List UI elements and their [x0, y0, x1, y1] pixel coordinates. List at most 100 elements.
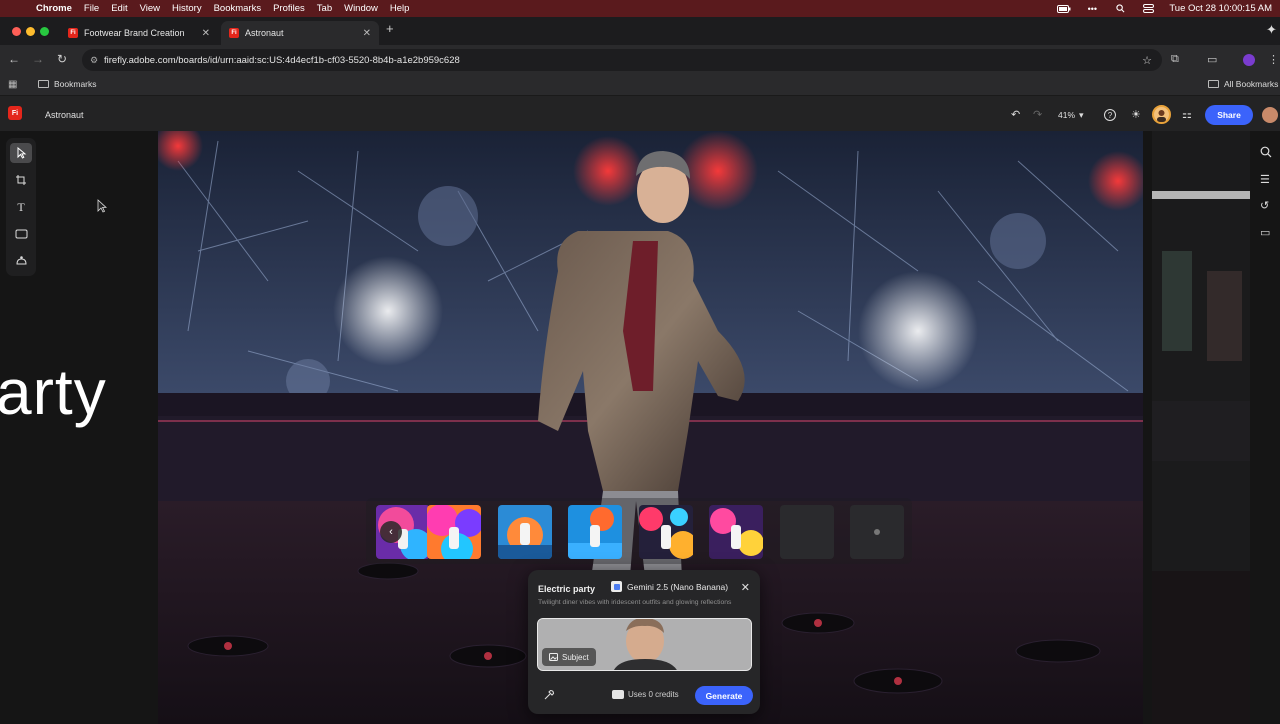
- variation-thumbnail[interactable]: [498, 505, 552, 559]
- variation-thumbnail[interactable]: [639, 505, 693, 559]
- gemini-model-icon: [611, 581, 622, 592]
- menu-edit[interactable]: Edit: [111, 3, 127, 14]
- tab-footwear-brand[interactable]: Fi Footwear Brand Creation ✕: [60, 21, 218, 45]
- select-tool-button[interactable]: [10, 143, 32, 163]
- chrome-menu-icon[interactable]: ⋮: [1268, 53, 1279, 66]
- generation-panel: Electric party Gemini 2.5 (Nano Banana) …: [528, 570, 760, 714]
- folder-icon: [1208, 80, 1219, 88]
- minimize-window-button[interactable]: [26, 27, 35, 36]
- model-selector[interactable]: Gemini 2.5 (Nano Banana): [611, 581, 728, 592]
- variation-thumbnail[interactable]: [568, 505, 622, 559]
- adjacent-image[interactable]: [1152, 131, 1250, 724]
- search-icon[interactable]: [1260, 146, 1272, 161]
- redo-icon[interactable]: ↷: [1033, 108, 1042, 121]
- menu-view[interactable]: View: [140, 3, 160, 14]
- more-icon[interactable]: •••: [1085, 4, 1099, 14]
- status-area: ••• Tue Oct 28 10:00:15 AM: [1057, 0, 1272, 17]
- control-center-icon[interactable]: [1141, 4, 1155, 14]
- adjustments-icon[interactable]: ☰: [1260, 173, 1270, 186]
- menu-tab[interactable]: Tab: [317, 3, 332, 14]
- menu-history[interactable]: History: [172, 3, 202, 14]
- help-icon[interactable]: ?: [1104, 109, 1116, 121]
- bookmarks-folder-label: Bookmarks: [54, 79, 97, 89]
- undo-icon[interactable]: ↶: [1011, 108, 1020, 121]
- document-title[interactable]: Astronaut: [45, 110, 84, 120]
- close-window-button[interactable]: [12, 27, 21, 36]
- preset-description: Twilight diner vibes with iridescent out…: [538, 599, 732, 606]
- image-generate-tool-button[interactable]: [10, 251, 32, 271]
- credits-info: Uses 0 credits: [612, 690, 679, 699]
- address-bar[interactable]: ⚙ firefly.adobe.com/boards/id/urn:aaid:s…: [82, 49, 1162, 71]
- menu-profiles[interactable]: Profiles: [273, 3, 305, 14]
- extensions-icon[interactable]: ⧉: [1171, 53, 1179, 66]
- menu-help[interactable]: Help: [390, 3, 410, 14]
- all-bookmarks-label: All Bookmarks: [1224, 79, 1279, 89]
- forward-icon[interactable]: →: [30, 52, 46, 66]
- reading-list-icon[interactable]: ▭: [1207, 53, 1217, 66]
- model-label: Gemini 2.5 (Nano Banana): [627, 581, 729, 592]
- profile-avatar[interactable]: [1243, 54, 1255, 66]
- subject-tag[interactable]: Subject: [542, 648, 596, 666]
- subject-reference-image[interactable]: Subject: [537, 618, 752, 671]
- all-bookmarks-folder[interactable]: All Bookmarks: [1208, 79, 1278, 89]
- loading-dot-icon: [874, 529, 880, 535]
- bookmark-star-icon[interactable]: ☆: [1142, 54, 1152, 67]
- battery-icon[interactable]: [1057, 4, 1071, 14]
- credits-icon: [612, 690, 624, 699]
- menu-bookmarks[interactable]: Bookmarks: [214, 3, 262, 14]
- tab-title: Footwear Brand Creation: [84, 28, 185, 38]
- text-tool-button[interactable]: T: [10, 197, 32, 217]
- bookmarks-bar: ▦ Bookmarks All Bookmarks: [0, 75, 1280, 96]
- left-toolbar: T: [6, 138, 36, 276]
- variation-thumbnail[interactable]: [709, 505, 763, 559]
- close-icon[interactable]: ✕: [741, 581, 750, 594]
- spotlight-search-icon[interactable]: [1113, 4, 1127, 14]
- back-icon[interactable]: ←: [6, 52, 22, 66]
- lightbulb-icon[interactable]: ☀: [1131, 108, 1141, 121]
- generate-button[interactable]: Generate: [695, 686, 753, 705]
- address-toolbar: ← → ↻ ⚙ firefly.adobe.com/boards/id/urn:…: [0, 45, 1280, 75]
- firefly-favicon-icon: Fi: [68, 28, 78, 38]
- shape-tool-button[interactable]: [10, 224, 32, 244]
- menu-window[interactable]: Window: [344, 3, 378, 14]
- close-tab-icon[interactable]: ✕: [202, 28, 210, 39]
- crop-frame-tool-button[interactable]: [10, 170, 32, 190]
- tab-astronaut[interactable]: Fi Astronaut ✕: [221, 21, 379, 45]
- variation-placeholder: [780, 505, 834, 559]
- mouse-cursor-icon: [97, 199, 108, 216]
- extension-plus-icon[interactable]: ✦: [1266, 22, 1277, 38]
- apps-icon[interactable]: ⚏: [1182, 108, 1192, 121]
- collaborator-avatar[interactable]: [1262, 107, 1278, 123]
- bookmarks-folder[interactable]: Bookmarks: [38, 79, 97, 89]
- image-icon: [549, 653, 558, 661]
- comments-icon[interactable]: ▭: [1260, 226, 1270, 239]
- share-button[interactable]: Share: [1205, 105, 1253, 125]
- user-avatar[interactable]: [1152, 105, 1171, 124]
- close-tab-icon[interactable]: ✕: [363, 28, 371, 39]
- firefly-logo[interactable]: Fi: [8, 106, 22, 120]
- zoom-level[interactable]: 41%: [1058, 110, 1075, 120]
- url-text: firefly.adobe.com/boards/id/urn:aaid:sc:…: [104, 54, 460, 66]
- zoom-window-button[interactable]: [40, 27, 49, 36]
- site-info-icon[interactable]: ⚙: [90, 55, 98, 66]
- firefly-header: [0, 96, 1280, 131]
- subject-label: Subject: [562, 652, 589, 662]
- apps-grid-icon[interactable]: ▦: [8, 79, 17, 90]
- variation-placeholder: [850, 505, 904, 559]
- browser-tab-strip: Fi Footwear Brand Creation ✕ Fi Astronau…: [0, 17, 1280, 45]
- eyedropper-icon[interactable]: [543, 689, 555, 704]
- new-tab-icon[interactable]: +: [386, 21, 394, 36]
- reload-icon[interactable]: ↻: [54, 52, 70, 66]
- canvas-text[interactable]: arty: [0, 355, 107, 429]
- history-icon[interactable]: ↺: [1260, 199, 1269, 212]
- clock-text[interactable]: Tue Oct 28 10:00:15 AM: [1169, 3, 1272, 14]
- preset-title: Electric party: [538, 584, 596, 594]
- firefly-favicon-icon: Fi: [229, 28, 239, 38]
- thumbnail-prev-chevron-icon[interactable]: ‹: [380, 521, 402, 543]
- zoom-chevron-down-icon[interactable]: ▾: [1079, 110, 1084, 121]
- menu-file[interactable]: File: [84, 3, 99, 14]
- macos-menu-bar: Chrome File Edit View History Bookmarks …: [0, 0, 1280, 17]
- folder-icon: [38, 80, 49, 88]
- variation-thumbnail[interactable]: [427, 505, 481, 559]
- menu-app-name[interactable]: Chrome: [36, 3, 72, 14]
